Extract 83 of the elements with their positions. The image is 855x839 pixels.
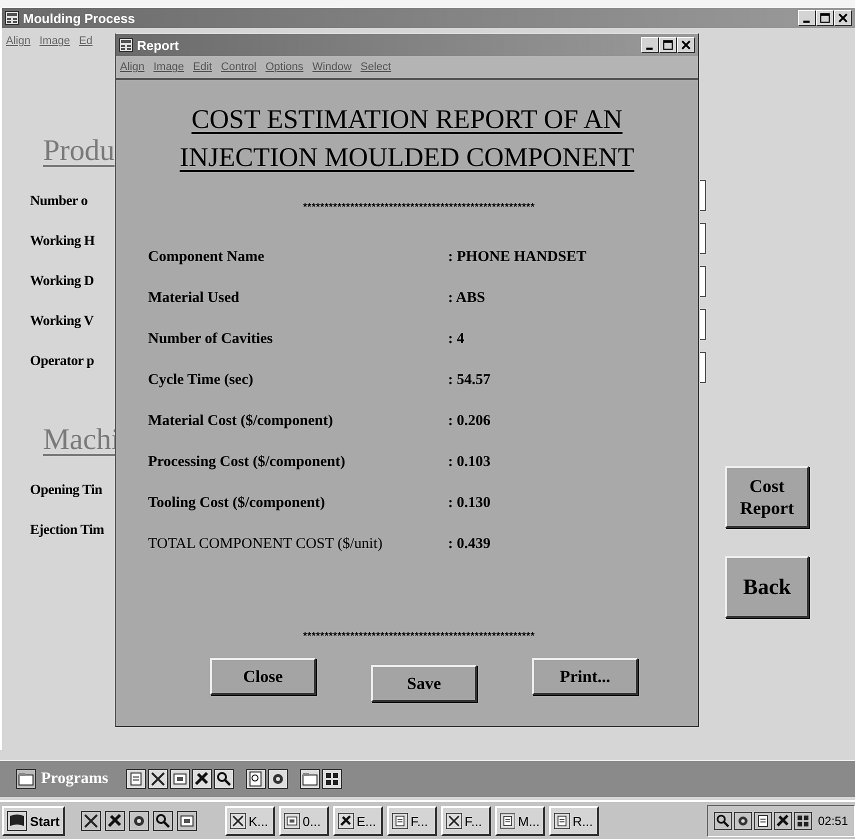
document-icon [392, 813, 408, 829]
taskbar-button[interactable]: 0... [278, 806, 329, 836]
field-label: Ejection Tim [30, 522, 106, 540]
row-value: : 0.103 [448, 454, 492, 471]
row-label: Material Used [148, 290, 240, 307]
start-button[interactable]: Start [2, 806, 65, 836]
separator-line: ****************************************************** [302, 202, 536, 213]
row-value: : 0.206 [448, 413, 492, 430]
row-value: : ABS [448, 290, 486, 307]
input-field[interactable] [700, 309, 706, 340]
document-icon[interactable] [126, 769, 146, 789]
taskbar-button[interactable]: K... [224, 806, 275, 836]
search-icon[interactable] [714, 812, 732, 830]
row-label: Component Name [148, 249, 266, 266]
taskbar-button[interactable]: F... [440, 806, 491, 836]
field-label: Opening Tin [30, 482, 104, 500]
window-title: Moulding Process [23, 10, 136, 26]
menu-item[interactable]: Window [312, 61, 352, 73]
menu-item[interactable]: Edit [193, 61, 212, 73]
row-value: : 4 [448, 331, 466, 348]
window-icon[interactable] [170, 769, 190, 789]
row-label: Tooling Cost ($/component) [148, 495, 326, 512]
search-icon[interactable] [152, 811, 173, 831]
row-value: : 0.439 [448, 536, 492, 553]
menu-item[interactable]: Image [153, 61, 184, 73]
row-value: : 0.130 [448, 495, 492, 512]
grid-icon[interactable] [322, 769, 342, 789]
folder-icon[interactable] [300, 769, 320, 789]
menu-item[interactable]: Image [39, 35, 70, 47]
menu-item[interactable]: Ed [79, 35, 93, 47]
window-title: Report [137, 38, 180, 52]
input-field[interactable] [700, 352, 706, 383]
search-icon[interactable] [214, 769, 234, 789]
field-label: Working H [30, 233, 96, 251]
menu-item[interactable]: Align [120, 61, 144, 73]
close-button[interactable] [677, 37, 695, 53]
dialog-button[interactable]: Save [371, 665, 477, 702]
minimize-button[interactable] [798, 10, 816, 26]
menu-item[interactable]: Align [6, 35, 30, 47]
field-label: Working V [30, 313, 95, 331]
window-icon[interactable] [176, 811, 197, 831]
field-label: Working D [30, 273, 95, 291]
input-field[interactable] [700, 223, 706, 254]
report-heading: INJECTION MOULDED COMPONENT [180, 141, 634, 174]
window-icon [284, 813, 300, 829]
maximize-button[interactable] [659, 37, 677, 53]
minimize-button[interactable] [641, 37, 659, 53]
menu-item[interactable]: Select [360, 61, 392, 73]
section-heading: Produ [43, 134, 115, 168]
row-label: TOTAL COMPONENT COST ($/unit) [148, 536, 384, 553]
dialog-button[interactable]: Close [210, 658, 316, 695]
row-label: Material Cost ($/component) [148, 413, 334, 430]
taskbar-button[interactable]: E... [332, 806, 383, 836]
folder-icon[interactable] [16, 769, 36, 789]
menu-item[interactable]: Options [265, 61, 304, 73]
app-icon [119, 38, 133, 52]
report-heading: COST ESTIMATION REPORT OF AN [192, 103, 622, 136]
menu-item[interactable]: Control [221, 61, 256, 73]
app-icon [5, 11, 19, 25]
action-button[interactable]: Cost Report [725, 466, 809, 528]
row-value: : 54.57 [448, 372, 492, 389]
grid-icon[interactable] [794, 812, 812, 830]
clock[interactable]: 02:51 [818, 814, 848, 828]
taskbar-button[interactable]: M... [494, 806, 545, 836]
row-label: Cycle Time (sec) [148, 372, 254, 389]
document-icon [500, 813, 515, 829]
close-button[interactable] [834, 10, 852, 26]
input-field[interactable] [700, 180, 706, 211]
taskbar-button[interactable]: R... [548, 806, 599, 836]
taskbar-button[interactable]: F... [386, 806, 437, 836]
row-value: : PHONE HANDSET [448, 249, 588, 266]
row-label: Processing Cost ($/component) [148, 454, 346, 471]
field-label: Number o [30, 193, 89, 211]
dialog-button[interactable]: Print... [532, 658, 638, 695]
separator-line: ****************************************************** [302, 631, 536, 642]
field-label: Operator p [30, 353, 96, 371]
action-button[interactable]: Back [725, 556, 809, 618]
document-icon [554, 813, 570, 829]
maximize-button[interactable] [816, 10, 834, 26]
row-label: Number of Cavities [148, 331, 274, 348]
input-field[interactable] [700, 266, 706, 297]
magnifier-page-icon[interactable] [246, 769, 266, 789]
document-icon[interactable] [754, 812, 772, 830]
